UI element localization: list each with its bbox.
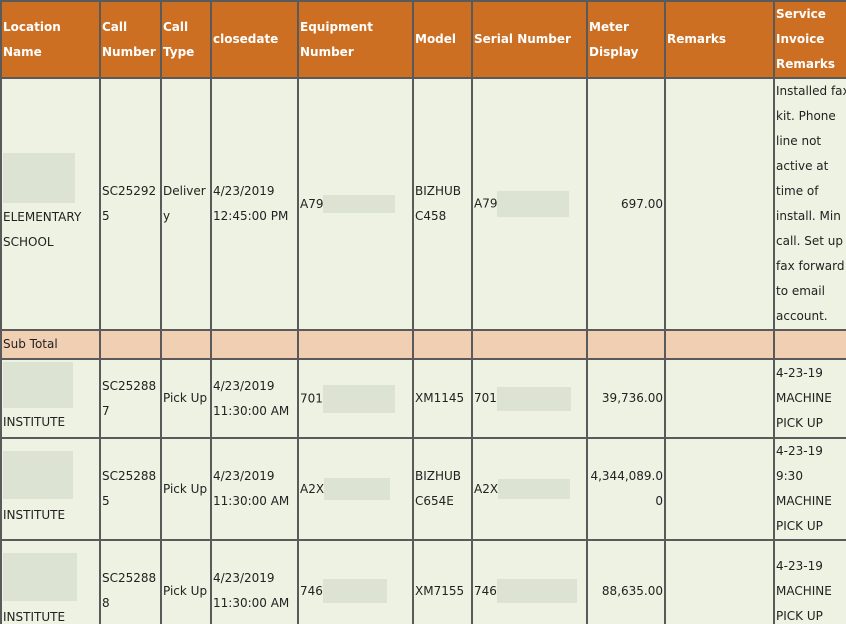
service-remarks-cell: Installed fax kit. Phone line not active… (773, 77, 846, 331)
service-remarks-cell: 4-23-19 MACHINE PICK UP (773, 358, 846, 439)
close-time: 11:30:00 AM (213, 494, 290, 508)
meter-display-cell: 88,635.00 (586, 539, 666, 624)
remarks-cell (664, 358, 775, 439)
redacted-serial (498, 479, 571, 499)
location-line: INSTITUTE (3, 415, 66, 429)
location-cell: INSTITUTE (0, 539, 101, 624)
header-call-type: Call Type (160, 0, 212, 79)
header-location-name: Location Name (0, 0, 101, 79)
close-date: 4/23/2019 (213, 469, 275, 483)
call-number-cell: SC252888 (99, 539, 162, 624)
subtotal-label: Sub Total (0, 329, 101, 360)
header-serial-number: Serial Number (471, 0, 588, 79)
redacted-location (3, 362, 73, 408)
redacted-equipment (322, 579, 387, 603)
call-type-cell: Pick Up (160, 539, 212, 624)
table-row: INSTITUTE SC252885 Pick Up 4/23/2019 11:… (0, 437, 846, 541)
header-equipment-number: Equipment Number (297, 0, 414, 79)
serial-number-cell: 746 (471, 539, 588, 624)
remarks-cell (664, 77, 775, 331)
table-row: INSTITUTE SC252888 Pick Up 4/23/2019 11:… (0, 539, 846, 624)
header-model: Model (412, 0, 473, 79)
redacted-equipment (324, 478, 391, 500)
service-report-table: Location Name Call Number Call Type clos… (0, 0, 846, 624)
model-cell: BIZHUB C654E (412, 437, 473, 541)
redacted-serial (496, 386, 571, 411)
serial-prefix: A79 (474, 196, 498, 211)
location-cell: INSTITUTE (0, 358, 101, 439)
header-remarks: Remarks (664, 0, 775, 79)
meter-display-cell: 39,736.00 (586, 358, 666, 439)
call-type-cell: Delivery (160, 77, 212, 331)
model-cell: XM1145 (412, 358, 473, 439)
serial-number-cell: 701 (471, 358, 588, 439)
serial-number-cell: A2X (471, 437, 588, 541)
location-line: SCHOOL (3, 235, 54, 249)
redacted-equipment (323, 195, 396, 213)
model-line: C458 (415, 209, 447, 223)
header-call-number: Call Number (99, 0, 162, 79)
redacted-serial (496, 579, 577, 603)
model-line: C654E (415, 494, 454, 508)
remarks-cell (664, 539, 775, 624)
closedate-cell: 4/23/2019 11:30:00 AM (210, 358, 299, 439)
location-line: INSTITUTE (3, 609, 66, 624)
close-time: 11:30:00 AM (213, 403, 290, 418)
redacted-location (3, 450, 73, 499)
equipment-prefix: A79 (300, 196, 324, 211)
service-remarks-cell: 4-23-19 9:30 MACHINE PICK UP (773, 437, 846, 541)
header-meter-display: Meter Display (586, 0, 666, 79)
call-number-cell: SC252925 (99, 77, 162, 331)
model-line: BIZHUB (415, 469, 462, 483)
equipment-prefix: 746 (300, 583, 323, 598)
call-number-cell: SC252887 (99, 358, 162, 439)
closedate-cell: 4/23/2019 11:30:00 AM (210, 539, 299, 624)
closedate-cell: 4/23/2019 11:30:00 AM (210, 437, 299, 541)
location-cell: ELEMENTARY SCHOOL (0, 77, 101, 331)
remarks-cell (664, 437, 775, 541)
service-remarks-cell: 4-23-19 MACHINE PICK UP (773, 539, 846, 624)
close-date: 4/23/2019 (213, 184, 275, 198)
equipment-number-cell: A79 (297, 77, 414, 331)
equipment-prefix: 701 (300, 391, 323, 405)
meter-display-cell: 697.00 (586, 77, 666, 331)
subtotal-row: Sub Total (0, 329, 846, 360)
table-row: ELEMENTARY SCHOOL SC252925 Delivery 4/23… (0, 77, 846, 331)
table-row: INSTITUTE SC252887 Pick Up 4/23/2019 11:… (0, 358, 846, 439)
model-cell: BIZHUB C458 (412, 77, 473, 331)
closedate-cell: 4/23/2019 12:45:00 PM (210, 77, 299, 331)
redacted-location (3, 153, 75, 203)
location-line: ELEMENTARY (3, 210, 82, 224)
equipment-prefix: A2X (300, 481, 325, 496)
close-time: 11:30:00 AM (213, 596, 290, 610)
meter-display-cell: 4,344,089.00 (586, 437, 666, 541)
close-time: 12:45:00 PM (213, 209, 289, 223)
serial-prefix: A2X (474, 481, 499, 496)
location-line: INSTITUTE (3, 507, 66, 522)
header-closedate: closedate (210, 0, 299, 79)
equipment-number-cell: 746 (297, 539, 414, 624)
location-cell: INSTITUTE (0, 437, 101, 541)
header-service-invoice-remarks: Service Invoice Remarks (773, 0, 846, 79)
serial-prefix: 701 (474, 391, 497, 405)
serial-number-cell: A79 (471, 77, 588, 331)
redacted-location (3, 552, 77, 601)
close-date: 4/23/2019 (213, 378, 275, 393)
redacted-serial (497, 191, 570, 217)
redacted-equipment (322, 384, 395, 413)
model-cell: XM7155 (412, 539, 473, 624)
model-line: BIZHUB (415, 184, 462, 198)
call-type-cell: Pick Up (160, 358, 212, 439)
serial-prefix: 746 (474, 583, 497, 598)
equipment-number-cell: 701 (297, 358, 414, 439)
header-row: Location Name Call Number Call Type clos… (0, 0, 846, 79)
call-type-cell: Pick Up (160, 437, 212, 541)
call-number-cell: SC252885 (99, 437, 162, 541)
close-date: 4/23/2019 (213, 571, 275, 585)
equipment-number-cell: A2X (297, 437, 414, 541)
